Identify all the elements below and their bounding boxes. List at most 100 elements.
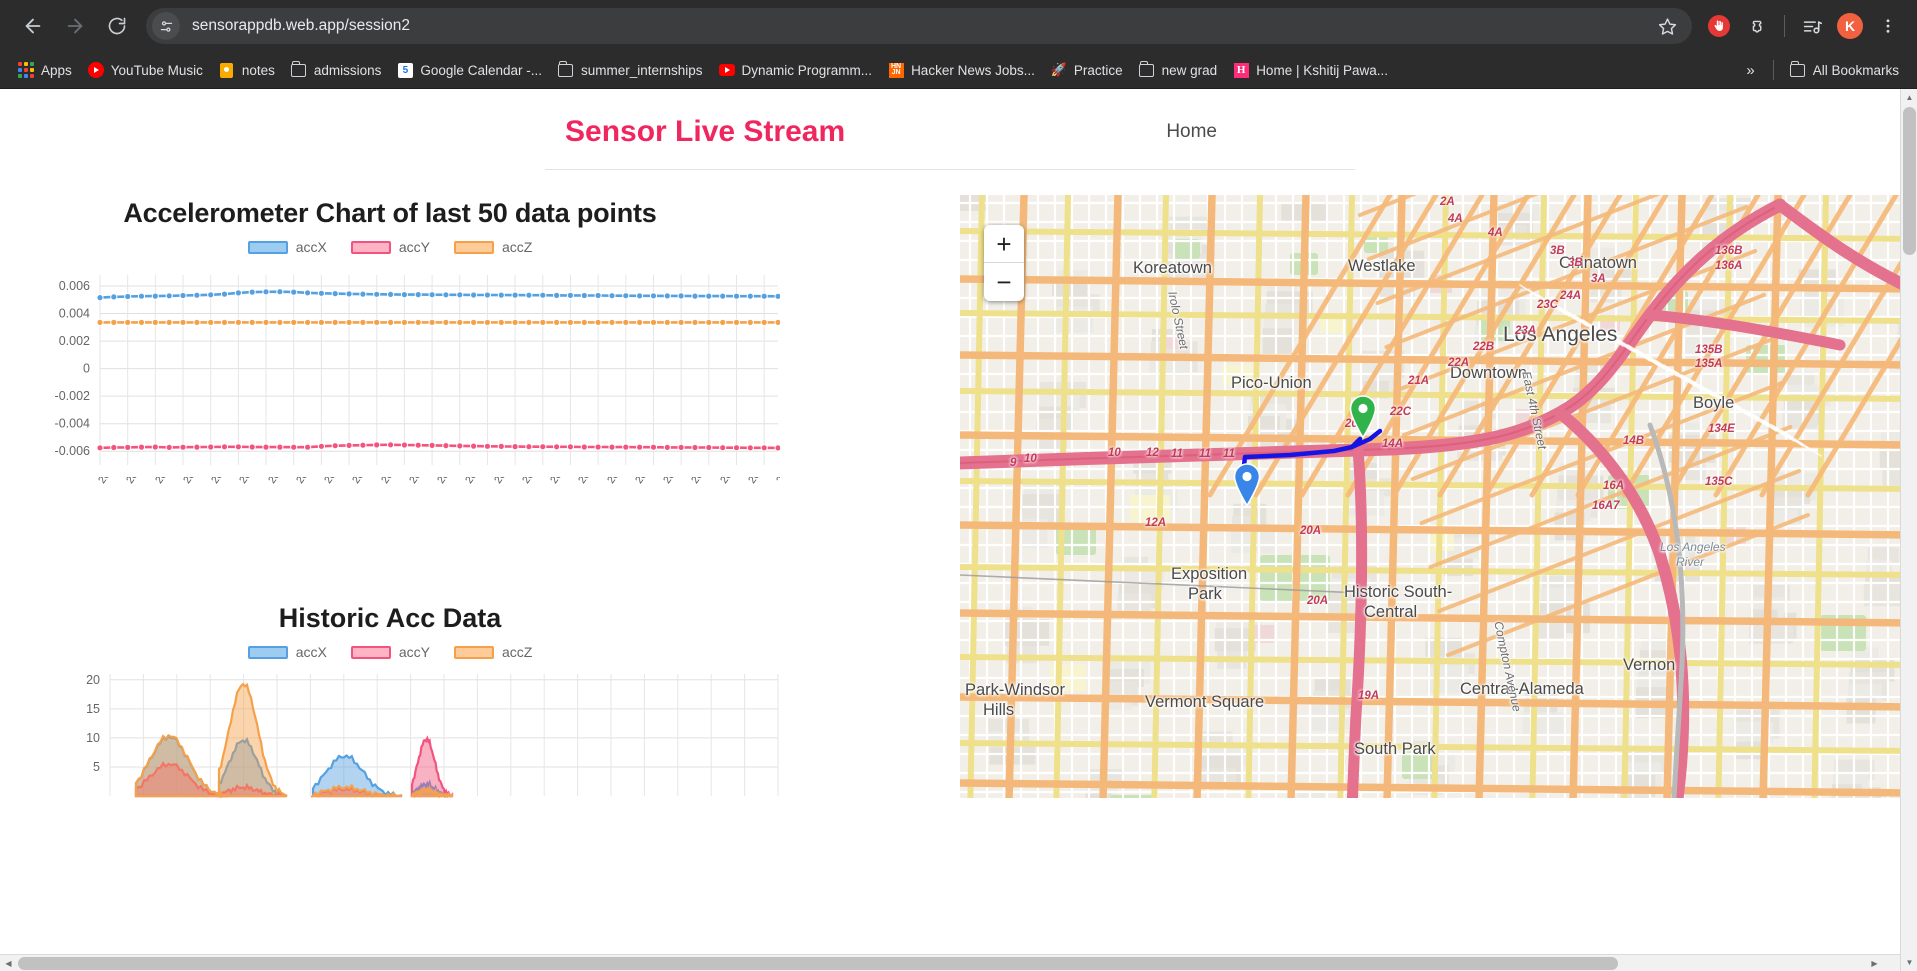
map-highway-shield: 2A [1440, 196, 1455, 208]
site-header: Sensor Live Stream Home [545, 89, 1355, 170]
map-highway-shield: 135A [1695, 358, 1723, 370]
legend-item-accz[interactable]: accZ [453, 644, 533, 660]
origin-marker[interactable] [1232, 463, 1262, 507]
map-highway-shield: 19A [1358, 690, 1380, 702]
scroll-left-arrow-icon[interactable]: ◀ [0, 955, 17, 971]
bookmark-label: summer_internships [580, 62, 703, 78]
bookmark-youtube-music[interactable]: YouTube Music [80, 58, 211, 82]
legend-label: accZ [501, 644, 533, 660]
map-highway-shield: 23C [1537, 299, 1559, 311]
map-highway-shield: 11 [1171, 448, 1183, 460]
horizontal-scrollbar[interactable]: ◀ ▶ [0, 954, 1900, 971]
legend-item-accy[interactable]: accY [350, 644, 430, 660]
bookmark-practice[interactable]: 🚀 Practice [1043, 58, 1131, 82]
legend-item-accy[interactable]: accY [350, 239, 430, 255]
legend-swatch [453, 240, 494, 254]
bookmark-admissions[interactable]: admissions [283, 58, 390, 82]
map-highway-shield: 135C [1705, 476, 1733, 488]
bookmark-label: Hacker News Jobs... [911, 62, 1035, 78]
avatar-initial: K [1837, 13, 1863, 39]
legend-item-accx[interactable]: accX [247, 239, 327, 255]
svg-text:0.006: 0.006 [59, 279, 90, 293]
bookmark-label: Dynamic Programm... [741, 62, 873, 78]
all-bookmarks-button[interactable]: All Bookmarks [1782, 58, 1907, 82]
map-highway-shield: 3A [1591, 273, 1606, 285]
legend-item-accz[interactable]: accZ [453, 239, 533, 255]
notes-icon [219, 62, 235, 78]
bookmark-label: new grad [1161, 62, 1218, 78]
bookmarks-bar: Apps YouTube Music notes admissions 5 Go… [0, 52, 1917, 89]
youtube-icon [718, 62, 735, 78]
bookmark-apps[interactable]: Apps [10, 58, 80, 82]
map-highway-shield: 10 [1024, 453, 1037, 465]
bookmark-summer-internships[interactable]: summer_internships [550, 58, 711, 82]
map-highway-shield: 136A [1715, 260, 1743, 272]
youtube-music-icon [87, 62, 104, 78]
map-highway-shield: 11 [1223, 448, 1235, 460]
map-highway-shield: 16A7 [1592, 500, 1620, 512]
map-highway-shield: 4A [1488, 227, 1503, 239]
bookmark-label: Google Calendar -... [420, 62, 542, 78]
scroll-right-arrow-icon[interactable]: ▶ [1866, 955, 1883, 971]
svg-text:0.002: 0.002 [59, 334, 90, 348]
bookmark-notes[interactable]: notes [211, 58, 283, 82]
bookmarks-more-icon[interactable]: » [1736, 58, 1764, 83]
nav-link-home[interactable]: Home [1166, 121, 1217, 143]
chrome-menu-icon[interactable] [1871, 9, 1905, 43]
bookmarks-divider [1772, 60, 1774, 80]
bookmark-star-icon[interactable] [1652, 11, 1682, 41]
bookmark-new-grad[interactable]: new grad [1131, 58, 1226, 82]
bookmark-hacker-news-jobs[interactable]: HN JN Hacker News Jobs... [880, 58, 1043, 82]
map-zoom-in-button[interactable]: + [984, 225, 1024, 263]
profile-avatar[interactable]: K [1833, 9, 1867, 43]
x-axis-tick-label: 2024-06-14 11:56:06.305074 [548, 477, 635, 486]
bookmark-label: notes [241, 62, 275, 78]
map-highway-shield: 20A [1307, 595, 1329, 607]
legend-swatch [453, 645, 494, 659]
x-axis-tick-label: 2024-06-14 11:56:06.104427 [520, 477, 607, 486]
ublock-origin-icon[interactable] [1702, 9, 1736, 43]
live-chart-title: Accelerometer Chart of last 50 data poin… [123, 198, 657, 228]
extensions-puzzle-icon[interactable] [1740, 9, 1774, 43]
forward-button[interactable] [54, 5, 96, 47]
map-highway-shield: 3B [1568, 257, 1583, 269]
bookmark-home-kshitij[interactable]: H Home | Kshitij Pawa... [1225, 58, 1396, 82]
scroll-up-arrow-icon[interactable]: ▲ [1901, 89, 1917, 106]
web-page: Sensor Live Stream Home Accelerometer Ch… [0, 89, 1900, 798]
address-bar[interactable]: sensorappdb.web.app/session2 [146, 8, 1692, 44]
folder-icon [558, 60, 574, 78]
map-highway-shield: 11 [1199, 448, 1211, 460]
svg-text:5: 5 [93, 760, 100, 774]
x-axis-tick-label: 2024-06-14 11:56:05.504359 [435, 477, 522, 486]
live-accelerometer-chart[interactable]: 0.006 0.004 0.002 0 -0.002 -0.004 -0.006 [0, 267, 780, 477]
reload-button[interactable] [96, 5, 138, 47]
map-zoom-controls: + − [984, 225, 1024, 301]
media-controls-icon[interactable] [1795, 9, 1829, 43]
legend-label: accZ [501, 239, 533, 255]
map-zoom-out-button[interactable]: − [984, 263, 1024, 301]
legend-item-accx[interactable]: accX [247, 644, 327, 660]
horizontal-scroll-thumb[interactable] [18, 957, 1618, 970]
back-button[interactable] [12, 5, 54, 47]
bookmark-dynamic-programming[interactable]: Dynamic Programm... [711, 58, 881, 82]
site-settings-icon[interactable] [152, 12, 180, 40]
bookmark-google-calendar[interactable]: 5 Google Calendar -... [389, 58, 550, 82]
legend-label: accY [398, 239, 430, 255]
map-highway-shield: 22C [1390, 406, 1412, 418]
map-panel[interactable]: + − Koreatown Westlake Chinatown Los Angele… [960, 195, 1900, 798]
scroll-down-arrow-icon[interactable]: ▼ [1901, 954, 1917, 971]
legend-swatch [247, 645, 288, 659]
url-text[interactable]: sensorappdb.web.app/session2 [192, 17, 1652, 35]
charts-column: Accelerometer Chart of last 50 data poin… [0, 170, 960, 798]
hacker-news-icon: HN JN [888, 62, 904, 78]
historic-accelerometer-chart[interactable]: 20 15 10 5 [0, 668, 780, 798]
live-chart-legend: accX accY accZ [0, 239, 780, 255]
toolbar-divider [1784, 15, 1785, 37]
vertical-scroll-thumb[interactable] [1903, 107, 1916, 255]
map-highway-shield: 134E [1708, 423, 1735, 435]
destination-marker[interactable] [1348, 395, 1378, 439]
map-highway-shield: 14B [1623, 435, 1645, 447]
vertical-scrollbar[interactable]: ▲ ▼ [1900, 89, 1917, 971]
google-calendar-icon: 5 [397, 62, 413, 78]
page-title: Sensor Live Stream [565, 115, 846, 148]
